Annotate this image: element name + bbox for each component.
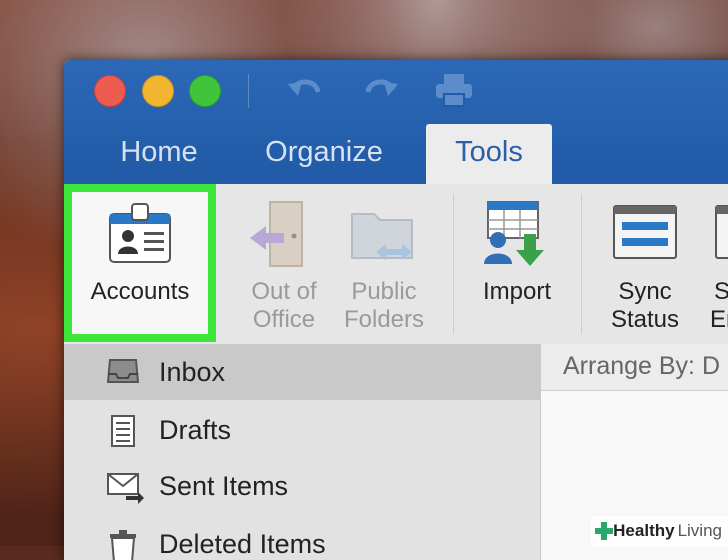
sidebar-item-sent-items[interactable]: Sent Items [64,458,540,514]
sync-status-label-line2: Status [610,306,680,333]
sidebar-item-inbox[interactable]: Inbox [64,344,540,400]
import-icon [484,201,544,266]
ribbon-separator-2 [581,194,582,334]
titlebar-divider [248,74,249,108]
accounts-button[interactable]: Accounts [64,184,216,344]
sidebar-item-sent-items-label: Sent Items [159,471,289,501]
tab-home[interactable]: Home [104,124,214,184]
import-button[interactable]: Import [462,184,572,344]
sync-errors-label-line1: S [714,278,728,305]
sync-status-label-line1: Sync [618,278,672,305]
close-window-button[interactable] [94,75,126,107]
arrange-by-bar[interactable]: Arrange By: D [541,344,728,391]
sync-status-icon [613,205,677,259]
ribbon-tabs: Home Organize Tools [64,124,728,184]
tab-tools[interactable]: Tools [426,124,552,184]
accounts-label: Accounts [90,278,190,305]
watermark-brand-2: Living [677,521,722,540]
accounts-id-card-icon [109,203,171,263]
sync-status-button[interactable]: Sync Status [590,184,700,344]
watermark-brand-1: Healthy [613,521,675,540]
sidebar-item-deleted-items-label: Deleted Items [159,529,326,559]
arrange-by-label: Arrange By: D [563,352,721,380]
ribbon-separator-1 [453,194,454,334]
folder-sidebar: Inbox Drafts Sent Items Deleted Items [64,344,540,560]
public-folders-icon [351,213,413,260]
sidebar-item-inbox-label: Inbox [159,357,226,387]
print-icon[interactable] [434,72,474,108]
sync-errors-label-line2: Er [710,306,728,333]
sent-envelope-icon [107,473,144,504]
out-of-office-button[interactable]: Out of Office [234,184,334,344]
public-folders-button[interactable]: Public Folders [334,184,434,344]
inbox-tray-icon [106,359,140,383]
outlook-window: Home Organize Tools Accounts Out of Offi… [64,60,728,560]
tools-ribbon: Accounts Out of Office Public Folders Im… [64,184,728,345]
out-of-office-label-line2: Office [252,306,316,333]
tab-organize[interactable]: Organize [254,124,394,184]
sidebar-item-deleted-items[interactable]: Deleted Items [64,516,540,560]
minimize-window-button[interactable] [142,75,174,107]
public-folders-label-line2: Folders [343,306,425,333]
drafts-notepad-icon [111,415,135,447]
out-of-office-door-icon [250,201,303,267]
plus-logo-icon [595,522,614,540]
undo-icon[interactable] [286,74,326,106]
out-of-office-label-line1: Out of [251,278,317,305]
public-folders-label-line1: Public [351,278,417,305]
import-label: Import [482,278,551,305]
sync-errors-icon [715,205,728,259]
sidebar-item-drafts-label: Drafts [159,415,232,445]
redo-icon[interactable] [360,74,400,106]
watermark: Healthy Living [591,516,728,546]
sync-errors-button[interactable]: S Er [700,184,728,344]
zoom-window-button[interactable] [189,75,221,107]
sidebar-item-drafts[interactable]: Drafts [64,402,540,458]
titlebar: Home Organize Tools [64,60,728,184]
trash-icon [110,530,136,560]
